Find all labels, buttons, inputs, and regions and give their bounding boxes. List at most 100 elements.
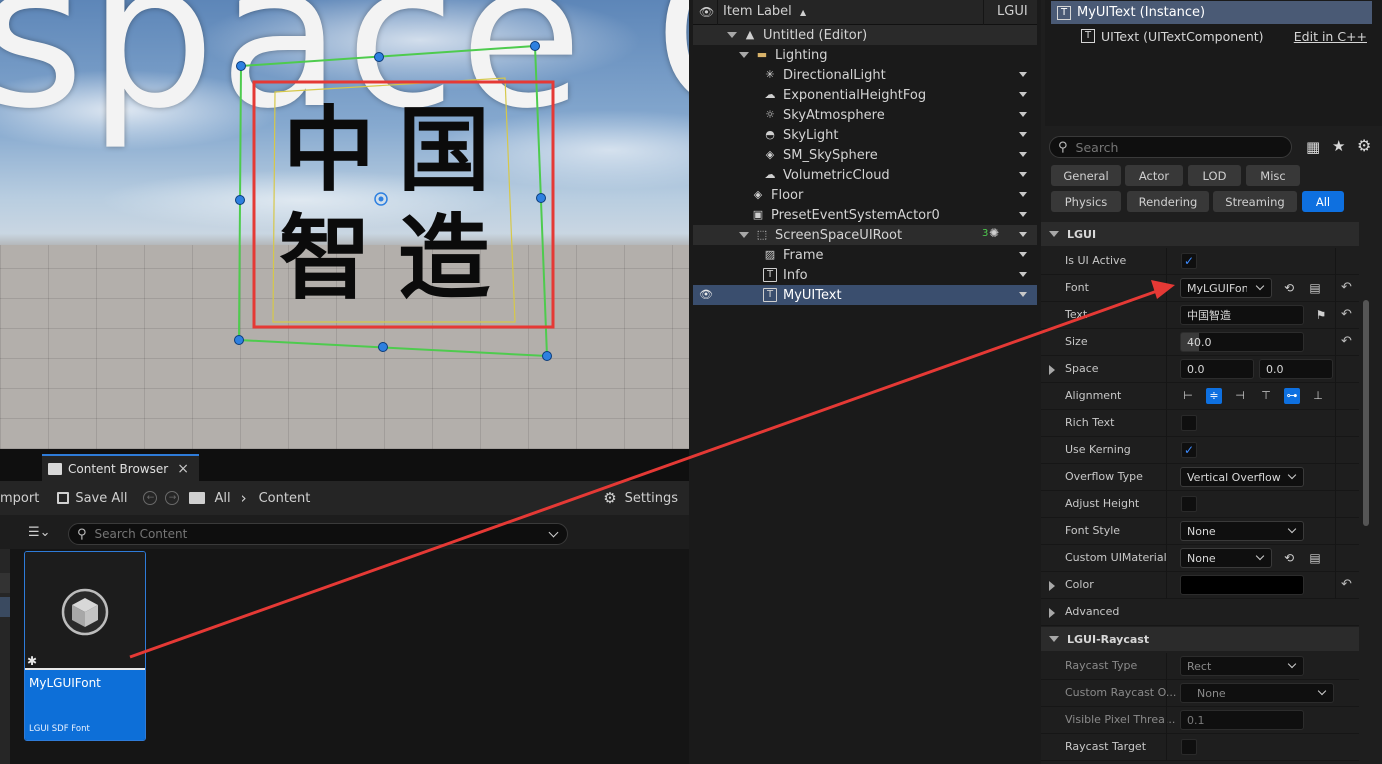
- visibility-eye-icon[interactable]: 👁: [699, 5, 714, 19]
- row-dropdown-icon[interactable]: [1019, 232, 1027, 237]
- category-lod[interactable]: LOD: [1188, 165, 1241, 186]
- breadcrumb-separator[interactable]: ›: [241, 489, 247, 507]
- space-x-field[interactable]: 0.0: [1180, 359, 1254, 379]
- outliner-row-myuitext[interactable]: 👁 T MyUIText: [693, 285, 1037, 305]
- chevron-down-icon[interactable]: [548, 527, 559, 538]
- align-right-icon[interactable]: ⊣: [1232, 388, 1248, 404]
- visible-pixel-field[interactable]: 0.1: [1180, 710, 1304, 730]
- back-icon[interactable]: ←: [143, 491, 158, 505]
- filter-icon[interactable]: ☰⌄: [28, 525, 51, 540]
- column-header-lgui[interactable]: LGUI: [997, 4, 1028, 19]
- row-dropdown-icon[interactable]: [1019, 152, 1027, 157]
- resize-handle[interactable]: [378, 342, 388, 352]
- align-left-icon[interactable]: ⊢: [1180, 388, 1196, 404]
- row-dropdown-icon[interactable]: [1019, 292, 1027, 297]
- row-dropdown-icon[interactable]: [1019, 252, 1027, 257]
- color-swatch[interactable]: [1180, 575, 1304, 595]
- rich-text-checkbox[interactable]: [1181, 415, 1197, 431]
- use-selected-asset-icon[interactable]: ⟲: [1281, 550, 1297, 566]
- sources-collapsed-strip[interactable]: [0, 549, 10, 764]
- row-dropdown-icon[interactable]: [1019, 72, 1027, 77]
- browse-asset-icon[interactable]: ▤: [1307, 550, 1323, 566]
- use-kerning-checkbox[interactable]: ✓: [1181, 442, 1197, 458]
- sources-tab[interactable]: [0, 573, 10, 593]
- category-streaming[interactable]: Streaming: [1213, 191, 1297, 212]
- expand-arrow-icon[interactable]: [739, 52, 749, 58]
- outliner-row-preseteventsystem[interactable]: ▣ PresetEventSystemActor0: [693, 205, 1037, 225]
- row-dropdown-icon[interactable]: [1019, 112, 1027, 117]
- use-selected-asset-icon[interactable]: ⟲: [1281, 280, 1297, 296]
- outliner-row-untitled[interactable]: ▲ Untitled (Editor): [693, 25, 1037, 45]
- content-search-box[interactable]: ⚲: [68, 523, 568, 545]
- sources-tab-active[interactable]: [0, 597, 10, 617]
- breadcrumb-all[interactable]: All: [214, 491, 230, 506]
- resize-handle[interactable]: [530, 41, 540, 51]
- category-physics[interactable]: Physics: [1051, 191, 1121, 212]
- section-lgui-raycast[interactable]: LGUI-Raycast: [1041, 627, 1359, 651]
- expand-arrow-icon[interactable]: [1049, 608, 1055, 618]
- overflow-type-combo[interactable]: Vertical Overflow: [1180, 467, 1304, 487]
- category-all[interactable]: All: [1302, 191, 1344, 212]
- details-scrollbar[interactable]: [1363, 300, 1369, 526]
- localization-flag-icon[interactable]: ⚑: [1313, 307, 1329, 323]
- raycast-type-combo[interactable]: Rect: [1180, 656, 1304, 676]
- visibility-eye-icon[interactable]: 👁: [699, 288, 713, 301]
- save-all-button[interactable]: Save All: [57, 491, 127, 506]
- table-view-icon[interactable]: ▦: [1306, 138, 1320, 156]
- resize-handle[interactable]: [236, 61, 246, 71]
- outliner-row-screenspaceuiroot[interactable]: ⬚ ScreenSpaceUIRoot 3 ✺: [693, 225, 1037, 245]
- edit-in-cpp-link[interactable]: Edit in C++: [1294, 29, 1367, 44]
- outliner-row-directionallight[interactable]: ✳ DirectionalLight: [693, 65, 1037, 85]
- outliner-row-skyatmosphere[interactable]: ☼ SkyAtmosphere: [693, 105, 1037, 125]
- component-row-uitext[interactable]: T UIText (UITextComponent) Edit in C++: [1081, 26, 1371, 46]
- breadcrumb-content[interactable]: Content: [259, 491, 311, 506]
- row-dropdown-icon[interactable]: [1019, 192, 1027, 197]
- text-value-field[interactable]: 中国智造: [1180, 305, 1304, 325]
- outliner-row-exponentialheightfog[interactable]: ☁ ExponentialHeightFog: [693, 85, 1037, 105]
- reset-to-default-icon[interactable]: ↶: [1341, 281, 1352, 294]
- align-bottom-icon[interactable]: ⊥: [1310, 388, 1326, 404]
- expand-arrow-icon[interactable]: [1049, 365, 1055, 375]
- section-lgui[interactable]: LGUI: [1041, 222, 1359, 246]
- resize-handle[interactable]: [542, 351, 552, 361]
- outliner-row-lighting[interactable]: ▬ Lighting: [693, 45, 1037, 65]
- raycast-target-checkbox[interactable]: [1181, 739, 1197, 755]
- row-dropdown-icon[interactable]: [1019, 92, 1027, 97]
- category-rendering[interactable]: Rendering: [1127, 191, 1209, 212]
- size-numeric-field[interactable]: 40.0: [1180, 332, 1304, 352]
- browse-asset-icon[interactable]: ▤: [1307, 280, 1323, 296]
- tab-content-browser[interactable]: Content Browser ×: [42, 454, 199, 481]
- align-middle-icon[interactable]: ⊶: [1284, 388, 1300, 404]
- row-dropdown-icon[interactable]: [1019, 272, 1027, 277]
- outliner-row-info[interactable]: T Info: [693, 265, 1037, 285]
- outliner-row-volumetriccloud[interactable]: ☁ VolumetricCloud: [693, 165, 1037, 185]
- level-viewport[interactable]: space C 中 国 智 造: [0, 0, 689, 449]
- close-icon[interactable]: ×: [177, 461, 189, 477]
- row-dropdown-icon[interactable]: [1019, 172, 1027, 177]
- resize-handle[interactable]: [235, 195, 245, 205]
- details-search-box[interactable]: ⚲: [1049, 136, 1292, 158]
- settings-button[interactable]: ⚙ Settings: [603, 489, 678, 507]
- resize-handle[interactable]: [374, 52, 384, 62]
- custom-raycast-combo[interactable]: None: [1180, 683, 1334, 703]
- category-actor[interactable]: Actor: [1125, 165, 1183, 186]
- outliner-row-floor[interactable]: ◈ Floor: [693, 185, 1037, 205]
- reset-to-default-icon[interactable]: ↶: [1341, 335, 1352, 348]
- row-dropdown-icon[interactable]: [1019, 132, 1027, 137]
- asset-tile-mylguifont[interactable]: ✱ MyLGUIFont LGUI SDF Font: [24, 551, 146, 741]
- align-center-icon[interactable]: ≑: [1206, 388, 1222, 404]
- outliner-row-sm-skysphere[interactable]: ◈ SM_SkySphere: [693, 145, 1037, 165]
- forward-icon[interactable]: →: [165, 491, 180, 505]
- details-search-input[interactable]: [1075, 139, 1276, 155]
- font-style-combo[interactable]: None: [1180, 521, 1304, 541]
- column-header-item-label[interactable]: Item Label ▲: [723, 4, 806, 19]
- import-button[interactable]: mport: [0, 491, 39, 506]
- space-y-field[interactable]: 0.0: [1259, 359, 1333, 379]
- expand-arrow-icon[interactable]: [727, 32, 737, 38]
- adjust-height-checkbox[interactable]: [1181, 496, 1197, 512]
- outliner-row-skylight[interactable]: ◓ SkyLight: [693, 125, 1037, 145]
- folder-icon[interactable]: [189, 492, 206, 504]
- reset-to-default-icon[interactable]: ↶: [1341, 308, 1352, 321]
- prop-advanced[interactable]: Advanced: [1041, 599, 1359, 626]
- outliner-row-frame[interactable]: ▨ Frame: [693, 245, 1037, 265]
